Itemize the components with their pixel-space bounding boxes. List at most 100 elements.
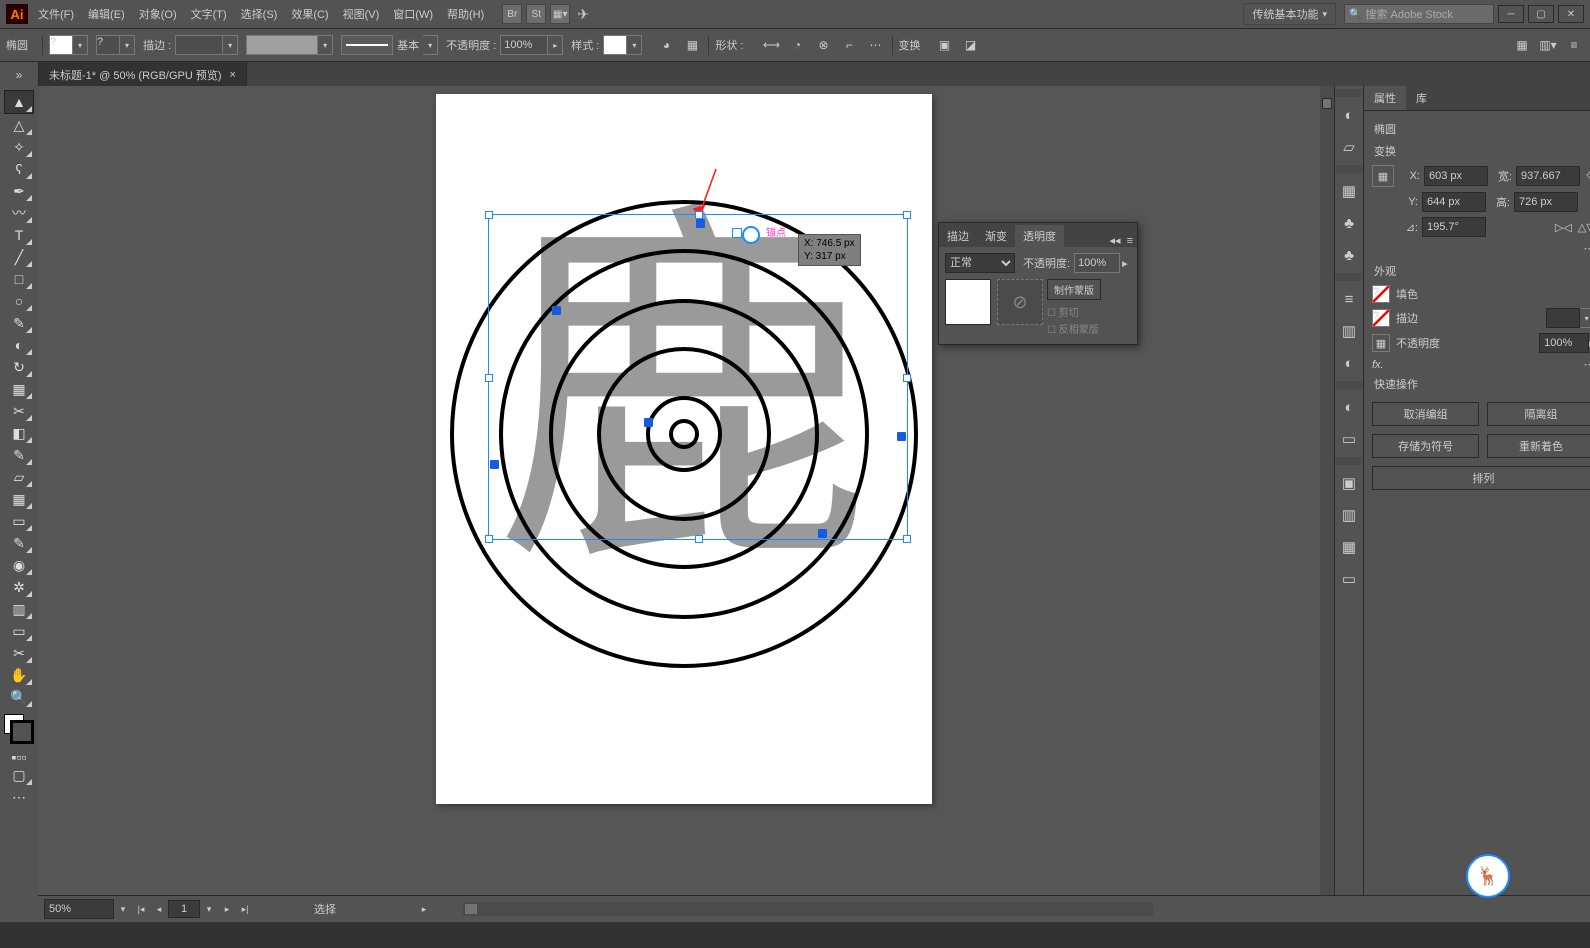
x-input[interactable]: 603 px xyxy=(1424,166,1488,186)
tool-hand[interactable]: ✋ xyxy=(5,664,33,686)
panel-collapse-icon[interactable]: ◂◂ xyxy=(1110,234,1121,247)
invert-checkbox[interactable]: ☐ 反相蒙版 xyxy=(1047,321,1101,336)
horizontal-scrollbar[interactable] xyxy=(463,902,1153,916)
isolate-icon[interactable]: ▣ xyxy=(935,35,955,55)
tool-width[interactable]: ✂ xyxy=(5,400,33,422)
appearance-more-icon[interactable]: ⋯ xyxy=(1584,358,1590,371)
dock-layers-icon[interactable]: ▣ xyxy=(1335,469,1363,497)
arrange-docs-button[interactable]: ▦▾ xyxy=(550,4,570,24)
canvas-area[interactable]: 鹿 xyxy=(38,86,1334,922)
dock-links-icon[interactable]: ▭ xyxy=(1335,565,1363,593)
tab-transparency[interactable]: 透明度 xyxy=(1015,225,1064,247)
align-pixel-icon[interactable]: ▥▾ xyxy=(1538,35,1558,55)
status-mode-dd[interactable]: ▸ xyxy=(416,901,432,917)
angle-input[interactable]: 195.7° xyxy=(1422,217,1486,237)
tool-brush[interactable]: ✎ xyxy=(5,312,33,334)
dock-graphic-icon[interactable]: ▭ xyxy=(1335,425,1363,453)
tool-screenmode[interactable]: ▢ xyxy=(5,764,33,786)
gpu-button[interactable]: ✈ xyxy=(574,5,592,23)
transparency-panel[interactable]: 描边 渐变 透明度 ◂◂ ≡ 正常 不透明度: 100% ▸ ⊘ 制作蒙版 ☐ … xyxy=(938,222,1138,345)
btn-isolate[interactable]: 隔离组 xyxy=(1487,402,1590,426)
vertical-scrollbar[interactable] xyxy=(1320,86,1334,922)
ap-opacity-input[interactable]: 100% xyxy=(1539,333,1589,353)
btn-savesym[interactable]: 存储为符号 xyxy=(1372,434,1479,458)
fx-label[interactable]: fx. xyxy=(1372,359,1384,371)
tool-artboard[interactable]: ▭ xyxy=(5,620,33,642)
make-mask-button[interactable]: 制作蒙版 xyxy=(1047,279,1101,300)
artboard-last-icon[interactable]: ▸| xyxy=(237,901,253,917)
tool-free-transform[interactable]: ◧ xyxy=(5,422,33,444)
artboard-dd[interactable]: ▾ xyxy=(201,901,217,917)
shape-more-icon[interactable]: ⋯ xyxy=(866,35,886,55)
style-swatch[interactable] xyxy=(603,35,627,55)
window-maximize-button[interactable]: ▢ xyxy=(1528,5,1554,23)
transform-more-icon[interactable]: ⋯ xyxy=(1372,242,1590,255)
shape-expand-icon[interactable]: ⊗ xyxy=(814,35,834,55)
opacity-dropdown[interactable]: ▸ xyxy=(548,35,563,55)
ap-stroke-weight[interactable] xyxy=(1546,308,1580,328)
window-minimize-button[interactable]: ─ xyxy=(1498,5,1524,23)
toolbox-edit[interactable]: ⋯ xyxy=(5,786,33,808)
window-close-button[interactable]: ✕ xyxy=(1558,5,1584,23)
tp-opacity-input[interactable]: 100% xyxy=(1074,253,1120,273)
stroke-dash-dropdown[interactable]: ▾ xyxy=(246,35,333,55)
tool-symbol[interactable]: ✲ xyxy=(5,576,33,598)
dock-stroke-icon[interactable]: ≡ xyxy=(1335,285,1363,313)
tool-graph[interactable]: ▥ xyxy=(5,598,33,620)
menu-window[interactable]: 窗口(W) xyxy=(393,6,433,22)
tool-pen[interactable]: ✒ xyxy=(5,180,33,202)
anchor-point[interactable] xyxy=(490,460,499,469)
h-input[interactable]: 726 px xyxy=(1514,192,1578,212)
opacity-input[interactable]: 100% xyxy=(500,35,548,55)
align-icon[interactable]: ▦ xyxy=(682,35,702,55)
menu-help[interactable]: 帮助(H) xyxy=(447,6,484,22)
zoom-dd[interactable]: ▾ xyxy=(115,901,131,917)
menu-select[interactable]: 选择(S) xyxy=(241,6,278,22)
anchor-point[interactable] xyxy=(897,432,906,441)
tab-properties[interactable]: 属性 xyxy=(1364,86,1406,110)
recolor-icon[interactable]: ◕ xyxy=(656,35,676,55)
dock-brushes-icon[interactable]: ♣ xyxy=(1335,209,1363,237)
tab-stroke[interactable]: 描边 xyxy=(939,225,977,247)
tab-gradient[interactable]: 渐变 xyxy=(977,225,1015,247)
anchor-point[interactable] xyxy=(644,418,653,427)
flip-h-icon[interactable]: ▷◁ xyxy=(1555,221,1572,234)
artboard-first-icon[interactable]: |◂ xyxy=(133,901,149,917)
stroke-weight-input[interactable] xyxy=(175,35,223,55)
tab-libraries[interactable]: 库 xyxy=(1406,86,1437,110)
anchor-point[interactable] xyxy=(818,529,827,538)
dock-artboards-icon[interactable]: ▦ xyxy=(1335,533,1363,561)
tool-direct-select[interactable]: △ xyxy=(5,114,33,136)
stroke-swatch[interactable]: ?▾ xyxy=(96,35,135,55)
tool-rotate[interactable]: ↻ xyxy=(5,356,33,378)
tool-perspective[interactable]: ▱ xyxy=(5,466,33,488)
dock-colorguide-icon[interactable]: ▱ xyxy=(1335,133,1363,161)
document-tab[interactable]: 未标题-1* @ 50% (RGB/GPU 预览) × xyxy=(39,62,247,88)
workspace-switcher[interactable]: 传统基本功能 xyxy=(1243,3,1336,25)
fill-stroke-control[interactable] xyxy=(4,714,34,744)
menu-effect[interactable]: 效果(C) xyxy=(291,6,328,22)
menu-edit[interactable]: 编辑(E) xyxy=(88,6,125,22)
style-dropdown[interactable]: ▾ xyxy=(627,35,642,55)
brush-profile-dropdown[interactable]: 基本▾ xyxy=(341,35,438,55)
tool-curvature[interactable]: 〰 xyxy=(5,202,33,224)
bridge-button[interactable]: Br xyxy=(502,4,522,24)
reference-point-icon[interactable]: ▦ xyxy=(1372,165,1394,187)
btn-arrange[interactable]: 排列 xyxy=(1372,466,1590,490)
btn-recolor[interactable]: 重新着色 xyxy=(1487,434,1590,458)
tool-eyedrop[interactable]: ✎ xyxy=(5,532,33,554)
list-icon[interactable]: ≡ xyxy=(1564,35,1584,55)
panel-menu-icon[interactable]: ≡ xyxy=(1127,235,1133,247)
tool-colormode[interactable]: ▪▫▫ xyxy=(5,750,33,764)
tool-slice[interactable]: ✂ xyxy=(5,642,33,664)
tool-gradient[interactable]: ▭ xyxy=(5,510,33,532)
tool-shape-builder[interactable]: ✎ xyxy=(5,444,33,466)
search-stock-input[interactable]: 搜索 Adobe Stock xyxy=(1344,4,1494,24)
artboard-prev-icon[interactable]: ◂ xyxy=(151,901,167,917)
shape-pie-icon[interactable]: ◔ xyxy=(788,35,808,55)
dock-gradient-icon[interactable]: ▥ xyxy=(1335,317,1363,345)
tool-zoom[interactable]: 🔍 xyxy=(5,686,33,708)
transform-label[interactable]: 变换 xyxy=(899,37,921,53)
tool-selection[interactable]: ▲ xyxy=(4,90,34,114)
tool-line[interactable]: ╱ xyxy=(5,246,33,268)
